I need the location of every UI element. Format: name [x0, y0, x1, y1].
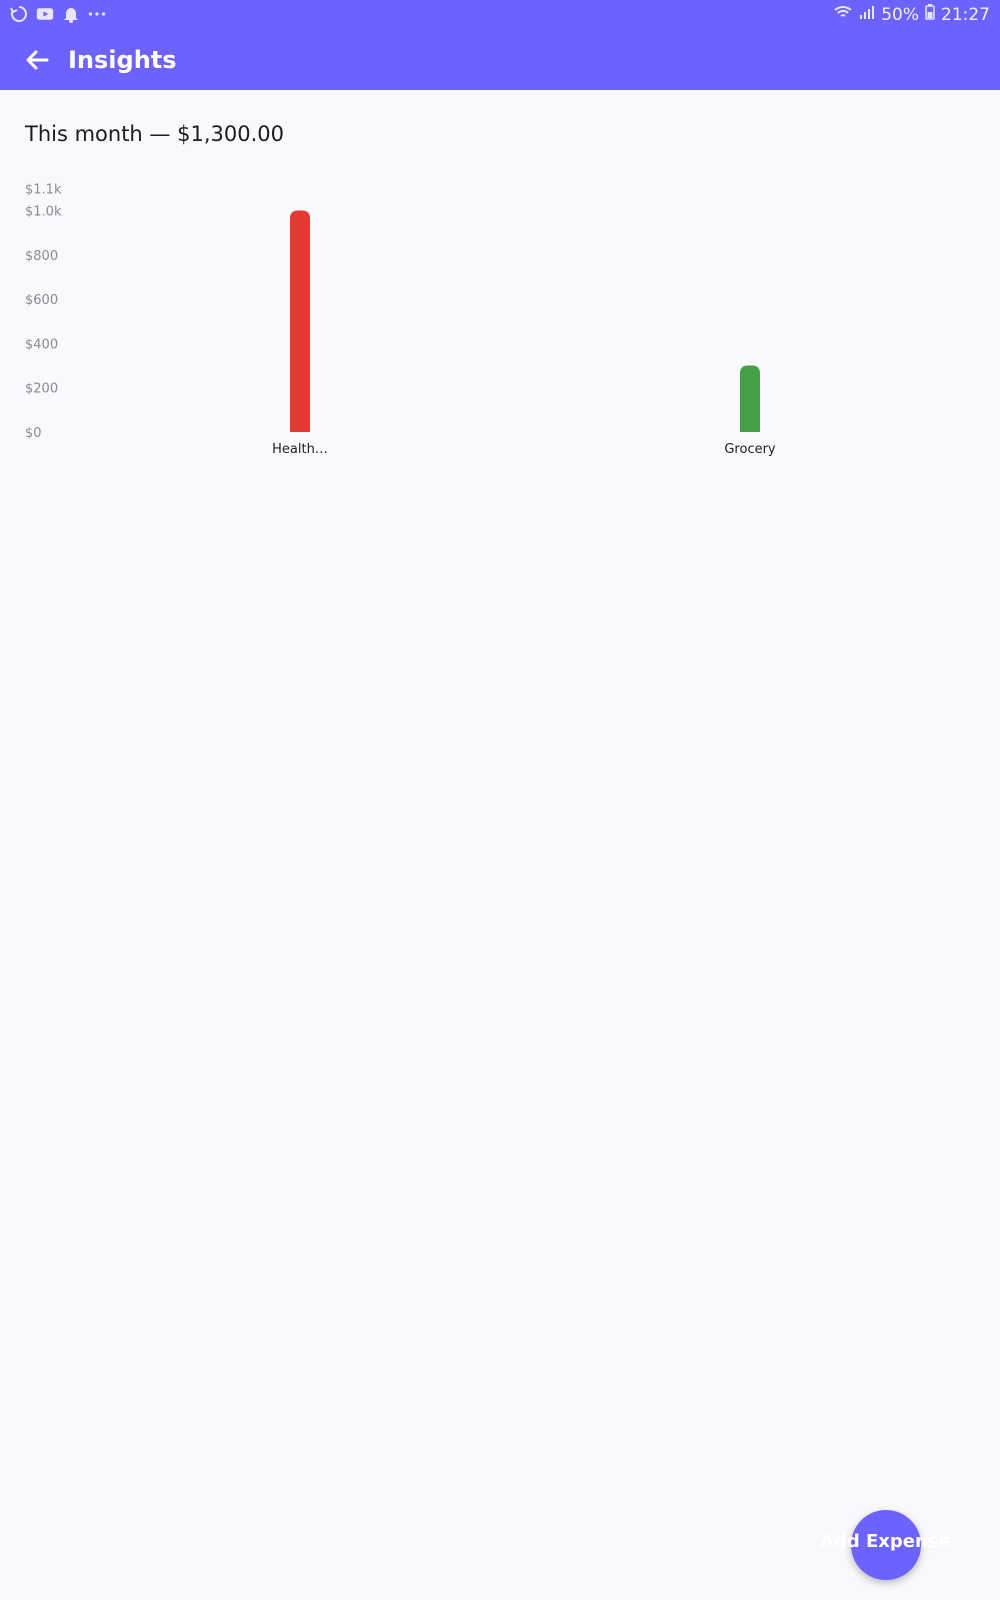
- y-tick-label: $0: [25, 426, 42, 441]
- category-bar-chart: $0 $200 $400 $600 $800 $1.0k $1.1k Health… Groce…: [25, 182, 776, 457]
- status-right: 50% 21:27: [833, 4, 990, 25]
- bar-grocery[interactable]: [740, 365, 760, 432]
- y-tick-label: $200: [25, 382, 58, 397]
- app-bar-row: Insights: [22, 42, 177, 78]
- sync-icon: [10, 5, 28, 23]
- top-app-bar: 50% 21:27 Insights: [0, 0, 1000, 90]
- status-time: 21:27: [941, 4, 990, 25]
- page-title: Insights: [68, 46, 177, 74]
- cell-signal-icon: [859, 4, 875, 25]
- wifi-icon: [833, 4, 853, 25]
- add-expense-fab[interactable]: [851, 1510, 921, 1580]
- bar-health[interactable]: [290, 210, 310, 433]
- y-tick-label: $600: [25, 293, 58, 308]
- status-bar: 50% 21:27: [0, 0, 1000, 30]
- y-tick-label: $400: [25, 337, 58, 352]
- arrow-left-icon: [26, 50, 49, 70]
- x-category-label: Grocery: [724, 442, 776, 457]
- more-dots-icon: [88, 5, 106, 23]
- y-tick-label: $1.0k: [25, 205, 62, 220]
- battery-icon: [925, 4, 935, 25]
- status-left-icons: [10, 5, 106, 23]
- notification-bell-icon: [62, 5, 80, 23]
- y-tick-label: $800: [25, 249, 58, 264]
- x-category-label: Health…: [272, 442, 328, 457]
- youtube-icon: [36, 5, 54, 23]
- back-button[interactable]: [22, 45, 52, 75]
- battery-percent: 50%: [881, 4, 919, 25]
- y-tick-label: $1.1k: [25, 182, 62, 197]
